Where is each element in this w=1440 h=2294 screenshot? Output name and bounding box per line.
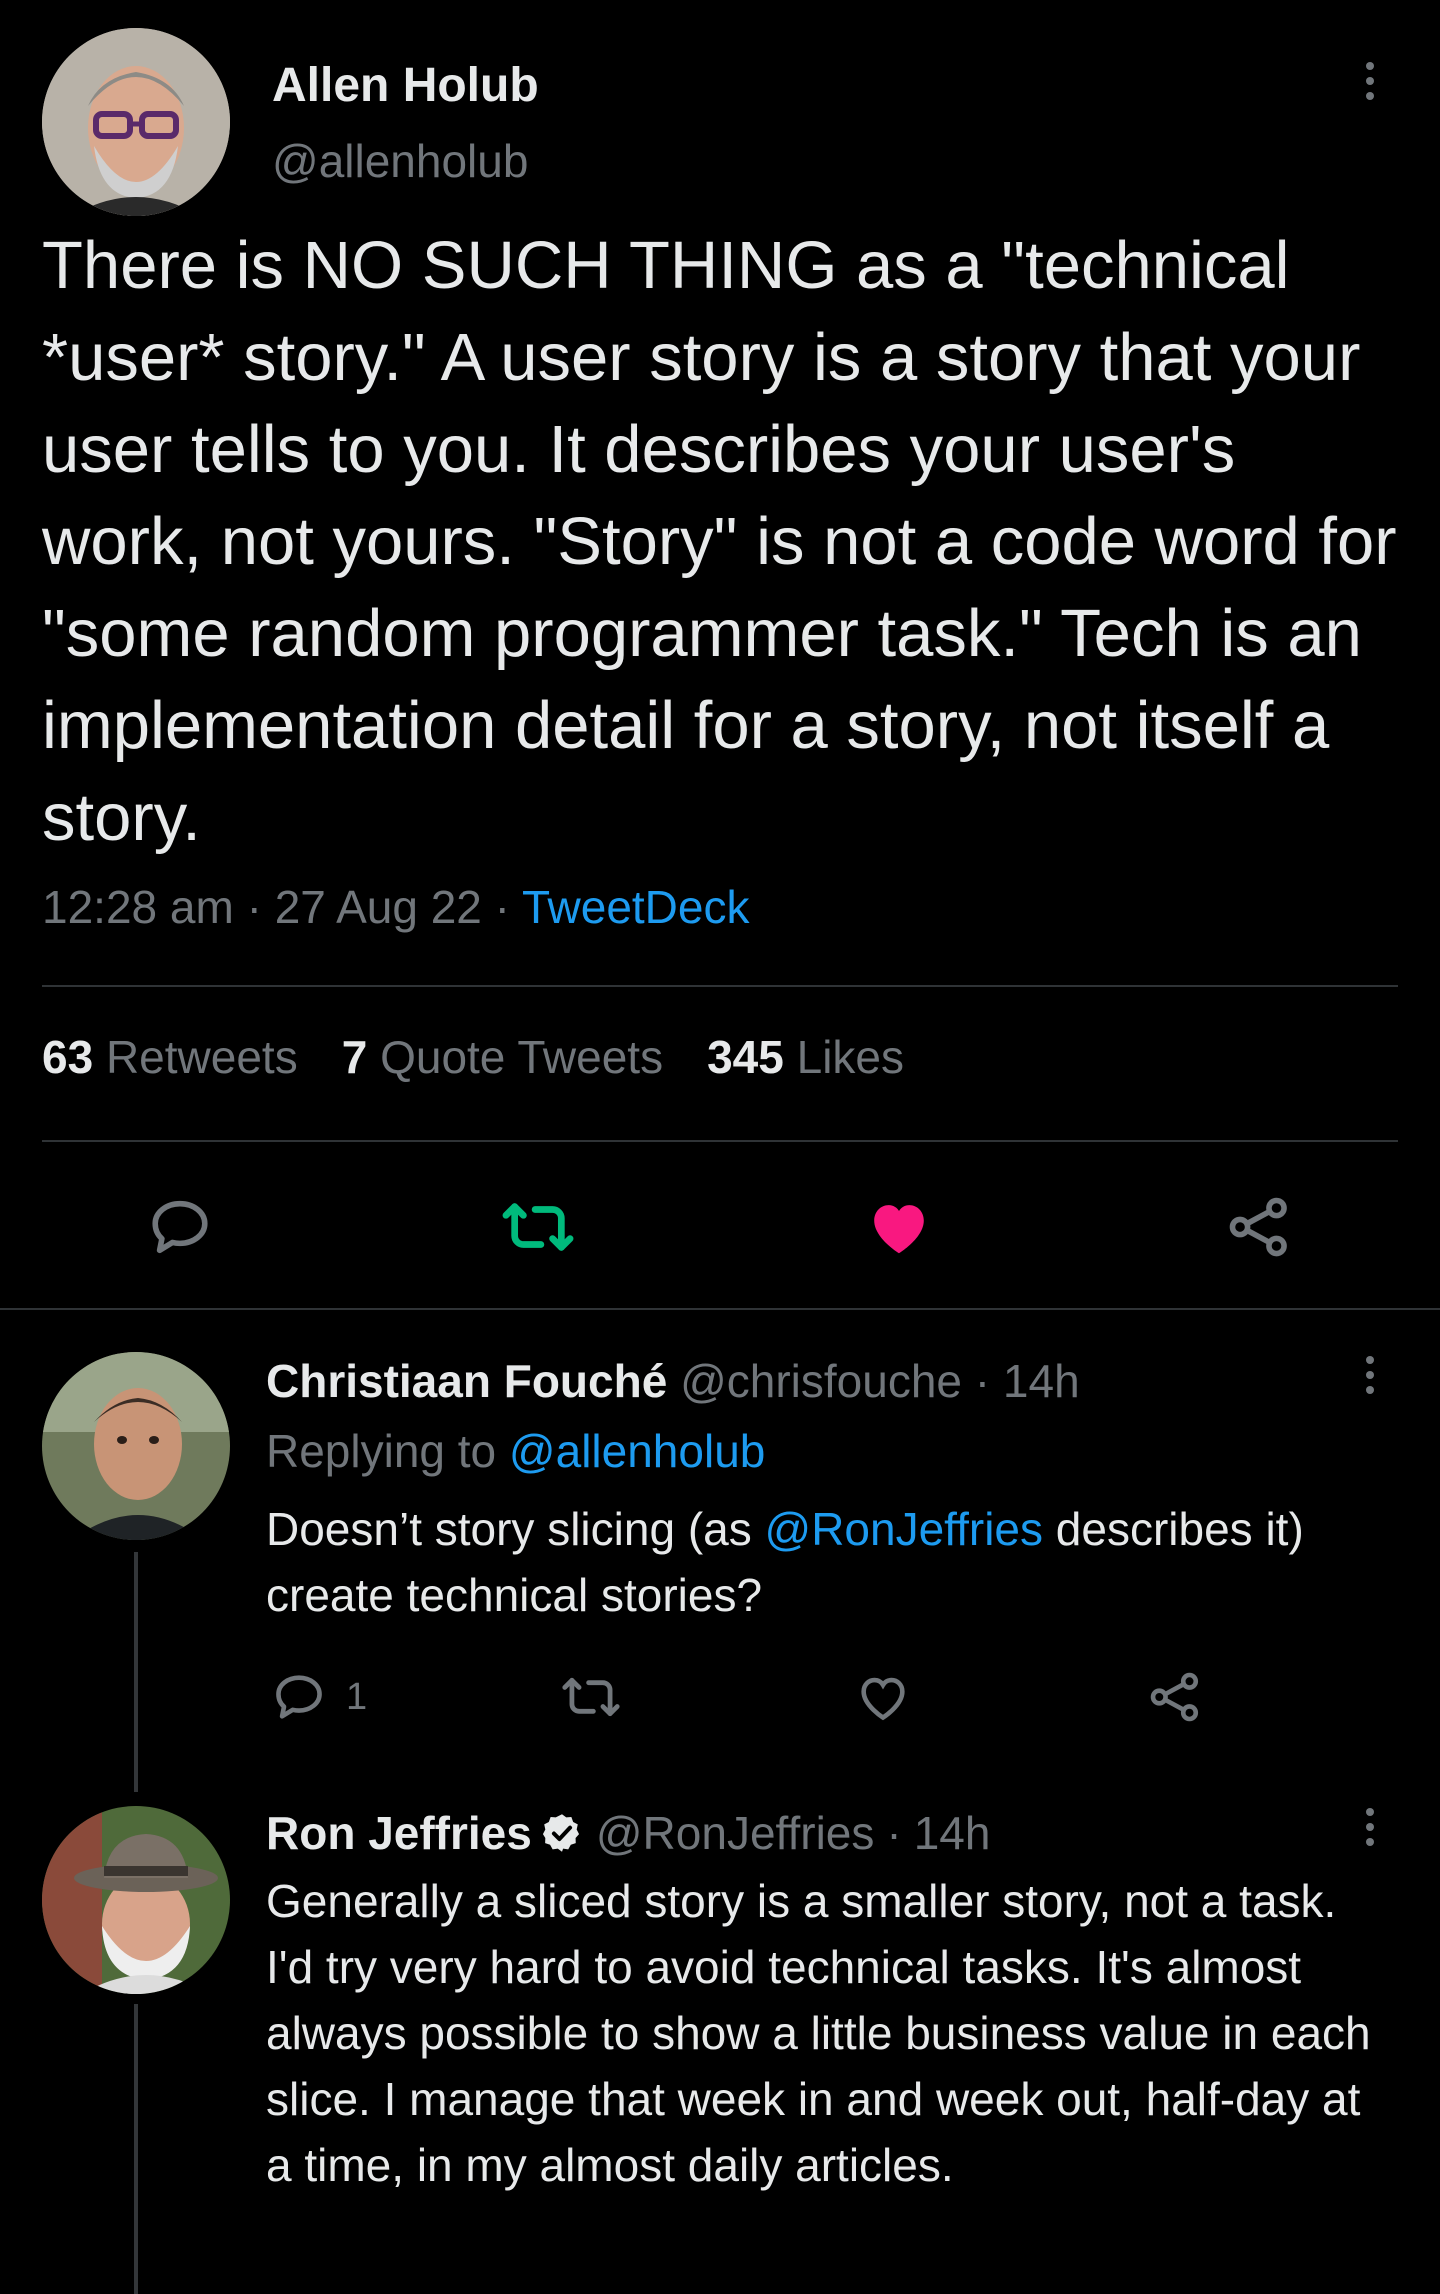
retweet-arrows-icon bbox=[502, 1203, 574, 1251]
quote-tweets-stat[interactable]: 7 Quote Tweets bbox=[342, 1030, 663, 1084]
ron-jeffries-avatar[interactable] bbox=[42, 1806, 230, 1994]
reply1-age[interactable]: 14h bbox=[1003, 1355, 1080, 1407]
reply1-text: Doesn’t story slicing (as @RonJeffries d… bbox=[266, 1503, 1304, 1621]
main-more-icon[interactable] bbox=[1364, 62, 1376, 100]
like-button[interactable] bbox=[864, 1192, 934, 1267]
main-author-name[interactable]: Allen Holub bbox=[272, 58, 539, 113]
reply1-author-name[interactable]: Christiaan Fouché bbox=[266, 1355, 667, 1407]
meta-separator: · bbox=[246, 881, 262, 933]
share-button[interactable] bbox=[1224, 1192, 1294, 1267]
thread-divider bbox=[0, 1308, 1440, 1310]
reply1-separator: · bbox=[974, 1355, 991, 1407]
thread-line-2 bbox=[134, 2004, 138, 2294]
likes-stat[interactable]: 345 Likes bbox=[707, 1030, 904, 1084]
reply-button[interactable] bbox=[145, 1192, 215, 1267]
heart-icon bbox=[861, 1677, 905, 1721]
heart-icon bbox=[874, 1205, 924, 1254]
thread-line-1 bbox=[134, 1552, 138, 1792]
verified-badge-icon bbox=[542, 1814, 579, 1852]
reply1-header: Christiaan Fouché @chrisfouche · 14h bbox=[266, 1354, 1080, 1408]
allen-holub-avatar[interactable] bbox=[42, 28, 230, 216]
retweet-button[interactable] bbox=[500, 1192, 576, 1267]
reply2-header: Ron Jeffries @RonJeffries · 14h bbox=[266, 1806, 990, 1860]
christiaan-avatar[interactable] bbox=[42, 1352, 230, 1540]
reply1-handle[interactable]: @chrisfouche bbox=[680, 1355, 962, 1407]
reply2-separator: · bbox=[886, 1807, 902, 1859]
reply2-more-icon[interactable] bbox=[1364, 1808, 1376, 1846]
replying-to-mention[interactable]: @allenholub bbox=[509, 1425, 765, 1477]
main-tweet-text: There is NO SUCH THING as a "technical *… bbox=[42, 228, 1397, 855]
tweet-date[interactable]: 27 Aug 22 bbox=[275, 881, 482, 933]
share-nodes-icon bbox=[1150, 1672, 1199, 1722]
reply2-author-name[interactable]: Ron Jeffries bbox=[266, 1806, 532, 1860]
reply2-age[interactable]: 14h bbox=[914, 1806, 991, 1860]
reply2-text: Generally a sliced story is a smaller st… bbox=[266, 1875, 1371, 2191]
reply1-replying-to: Replying to @allenholub bbox=[266, 1425, 766, 1477]
share-nodes-icon bbox=[1229, 1197, 1287, 1257]
divider-top bbox=[42, 985, 1398, 987]
engagement-stats: 63 Retweets 7 Quote Tweets 345 Likes bbox=[42, 1030, 904, 1084]
main-author-handle[interactable]: @allenholub bbox=[272, 134, 528, 188]
reply1-retweet-button[interactable] bbox=[560, 1668, 622, 1731]
reply1-reply-button[interactable]: 1 bbox=[270, 1668, 367, 1726]
retweet-arrows-icon bbox=[562, 1677, 620, 1717]
reply1-more-icon[interactable] bbox=[1364, 1356, 1376, 1394]
speech-bubble-icon bbox=[276, 1675, 322, 1719]
speech-bubble-icon bbox=[152, 1200, 208, 1254]
reply1-share-button[interactable] bbox=[1146, 1668, 1204, 1731]
tweet-time[interactable]: 12:28 am bbox=[42, 881, 234, 933]
ronjeffries-mention[interactable]: @RonJeffries bbox=[765, 1503, 1044, 1555]
retweets-stat[interactable]: 63 Retweets bbox=[42, 1030, 298, 1084]
tweet-source-link[interactable]: TweetDeck bbox=[522, 881, 750, 933]
reply2-handle[interactable]: @RonJeffries bbox=[596, 1806, 875, 1860]
meta-separator: · bbox=[494, 881, 510, 933]
reply1-reply-count: 1 bbox=[346, 1675, 368, 1718]
reply1-like-button[interactable] bbox=[854, 1668, 912, 1731]
main-tweet-meta: 12:28 am · 27 Aug 22 · TweetDeck bbox=[42, 880, 749, 934]
divider-bottom bbox=[42, 1140, 1398, 1142]
